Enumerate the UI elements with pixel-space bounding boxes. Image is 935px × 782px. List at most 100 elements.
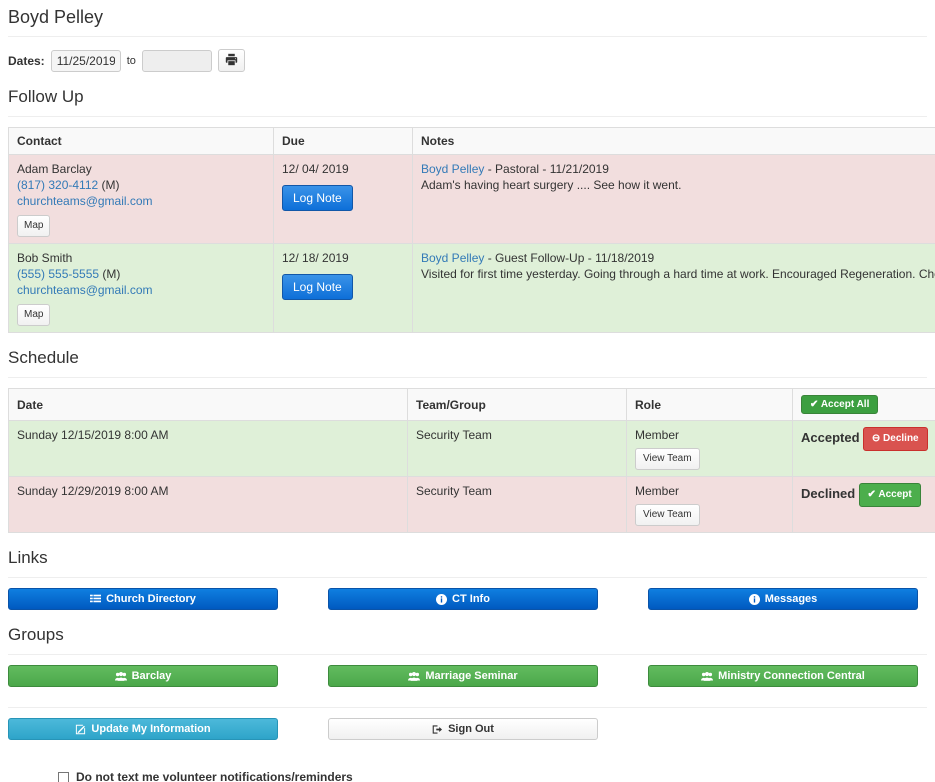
ct-info-label: CT Info bbox=[452, 593, 490, 605]
date-filter-bar: Dates: to bbox=[8, 49, 935, 72]
schedule-table: Date Team/Group Role ✔ Accept All Sunday… bbox=[8, 388, 935, 533]
church-directory-label: Church Directory bbox=[106, 593, 196, 605]
dates-separator-label: to bbox=[126, 54, 136, 67]
preference-row: Do not text me volunteer notifications/r… bbox=[58, 770, 935, 782]
view-team-button[interactable]: View Team bbox=[635, 504, 700, 526]
due-date: 12/ 04/ 2019 bbox=[282, 162, 349, 176]
note-author-link[interactable]: Boyd Pelley bbox=[421, 251, 484, 265]
view-team-button[interactable]: View Team bbox=[635, 448, 700, 470]
info-circle-icon bbox=[748, 593, 760, 605]
contact-name: Adam Barclay bbox=[17, 162, 92, 176]
ct-info-button[interactable]: CT Info bbox=[328, 588, 598, 610]
table-row: Adam Barclay (817) 320-4112 (M) churchte… bbox=[8, 154, 935, 244]
followup-divider bbox=[8, 116, 927, 117]
group-button-barclay[interactable]: Barclay bbox=[8, 665, 278, 687]
print-button[interactable] bbox=[217, 49, 245, 72]
followup-col-notes: Notes bbox=[412, 127, 935, 155]
users-icon bbox=[114, 671, 127, 682]
group-button-marriage-seminar[interactable]: Marriage Seminar bbox=[328, 665, 598, 687]
links-divider bbox=[8, 577, 927, 578]
contact-phone-link[interactable]: (555) 555-5555 bbox=[17, 267, 99, 281]
update-my-information-button[interactable]: Update My Information bbox=[8, 718, 278, 740]
page-title: Boyd Pelley bbox=[8, 7, 104, 27]
log-note-button[interactable]: Log Note bbox=[282, 185, 353, 211]
schedule-date-cell: Sunday 12/29/2019 8:00 AM bbox=[8, 476, 408, 533]
contact-phone-type: (M) bbox=[102, 267, 121, 281]
groups-button-row: Barclay Marriage Seminar Ministry Connec… bbox=[8, 665, 935, 687]
group-button-ministry-connection-central[interactable]: Ministry Connection Central bbox=[648, 665, 918, 687]
schedule-team-cell: Security Team bbox=[407, 420, 627, 477]
schedule-col-role: Role bbox=[626, 388, 793, 421]
role-label: Member bbox=[635, 484, 680, 498]
preference-label: Do not text me volunteer notifications/r… bbox=[76, 770, 353, 782]
checkbox-volunteer-notifications[interactable] bbox=[58, 771, 69, 782]
accept-all-button[interactable]: ✔ Accept All bbox=[801, 395, 879, 414]
map-button[interactable]: Map bbox=[17, 215, 51, 237]
decline-button[interactable]: ⊖ Decline bbox=[862, 427, 928, 451]
status-badge: Accepted bbox=[801, 429, 860, 445]
table-row: Bob Smith (555) 555-5555 (M) churchteams… bbox=[8, 243, 935, 333]
edit-pencil-icon bbox=[75, 724, 86, 735]
text-preferences-group: Do not text me volunteer notifications/r… bbox=[58, 770, 935, 782]
schedule-divider bbox=[8, 377, 927, 378]
schedule-col-date: Date bbox=[8, 388, 408, 421]
followup-due-cell: 12/ 04/ 2019 Log Note bbox=[273, 154, 413, 244]
map-button[interactable]: Map bbox=[17, 304, 51, 326]
date-to-input[interactable] bbox=[141, 49, 212, 72]
group-label: Marriage Seminar bbox=[425, 670, 518, 682]
accept-button[interactable]: ✔ Accept bbox=[858, 483, 921, 507]
followup-due-cell: 12/ 18/ 2019 Log Note bbox=[273, 243, 413, 333]
users-icon bbox=[701, 671, 714, 682]
links-section-title: Links bbox=[8, 548, 48, 567]
followup-header-row: Contact Due Notes bbox=[8, 127, 935, 155]
sign-out-button[interactable]: Sign Out bbox=[328, 718, 598, 740]
followup-section-title: Follow Up bbox=[8, 87, 84, 106]
note-body: Adam's having heart surgery .... See how… bbox=[421, 178, 682, 192]
contact-phone-line: (555) 555-5555 (M) bbox=[17, 266, 265, 282]
followup-col-contact: Contact bbox=[8, 127, 274, 155]
date-from-input[interactable] bbox=[50, 49, 121, 72]
contact-phone-type: (M) bbox=[101, 178, 120, 192]
check-icon: ✔ bbox=[810, 399, 819, 410]
table-row: Sunday 12/29/2019 8:00 AM Security Team … bbox=[8, 476, 935, 533]
note-author-link[interactable]: Boyd Pelley bbox=[421, 162, 484, 176]
header-divider bbox=[8, 36, 927, 37]
log-note-button[interactable]: Log Note bbox=[282, 274, 353, 300]
links-button-row: Church Directory CT Info Messages bbox=[8, 588, 935, 610]
update-my-information-label: Update My Information bbox=[91, 723, 211, 735]
note-meta: - Guest Follow-Up - 11/18/2019 bbox=[484, 251, 655, 265]
contact-phone-link[interactable]: (817) 320-4112 bbox=[17, 178, 98, 192]
sign-out-icon bbox=[432, 724, 443, 735]
schedule-col-team: Team/Group bbox=[407, 388, 627, 421]
due-date: 12/ 18/ 2019 bbox=[282, 251, 349, 265]
church-directory-button[interactable]: Church Directory bbox=[8, 588, 278, 610]
schedule-date-cell: Sunday 12/15/2019 8:00 AM bbox=[8, 420, 408, 477]
account-divider bbox=[8, 707, 927, 708]
followup-notes-cell: Boyd Pelley - Pastoral - 11/21/2019 Adam… bbox=[412, 154, 935, 244]
printer-icon bbox=[225, 53, 238, 69]
note-body: Visited for first time yesterday. Going … bbox=[421, 267, 935, 281]
group-label: Barclay bbox=[131, 670, 172, 682]
contact-email-link[interactable]: churchteams@gmail.com bbox=[17, 194, 153, 208]
schedule-status-cell: Accepted ⊖ Decline bbox=[792, 420, 935, 477]
groups-divider bbox=[8, 654, 927, 655]
contact-name: Bob Smith bbox=[17, 251, 73, 265]
table-row: Sunday 12/15/2019 8:00 AM Security Team … bbox=[8, 420, 935, 477]
schedule-section-title: Schedule bbox=[8, 348, 79, 367]
check-icon: ✔ bbox=[867, 489, 876, 500]
group-label: Ministry Connection Central bbox=[718, 670, 865, 682]
note-meta: - Pastoral - 11/21/2019 bbox=[484, 162, 609, 176]
contact-email-link[interactable]: churchteams@gmail.com bbox=[17, 283, 153, 297]
contact-email-line: churchteams@gmail.com bbox=[17, 282, 265, 298]
schedule-role-cell: Member View Team bbox=[626, 476, 793, 533]
messages-label: Messages bbox=[764, 593, 818, 605]
schedule-team-cell: Security Team bbox=[407, 476, 627, 533]
account-button-row: Update My Information Sign Out bbox=[8, 718, 935, 740]
followup-contact-cell: Adam Barclay (817) 320-4112 (M) churchte… bbox=[8, 154, 274, 244]
schedule-status-cell: Declined ✔ Accept bbox=[792, 476, 935, 533]
followup-notes-cell: Boyd Pelley - Guest Follow-Up - 11/18/20… bbox=[412, 243, 935, 333]
role-label: Member bbox=[635, 428, 680, 442]
messages-button[interactable]: Messages bbox=[648, 588, 918, 610]
dates-label: Dates: bbox=[8, 53, 45, 68]
schedule-header-row: Date Team/Group Role ✔ Accept All bbox=[8, 388, 935, 421]
